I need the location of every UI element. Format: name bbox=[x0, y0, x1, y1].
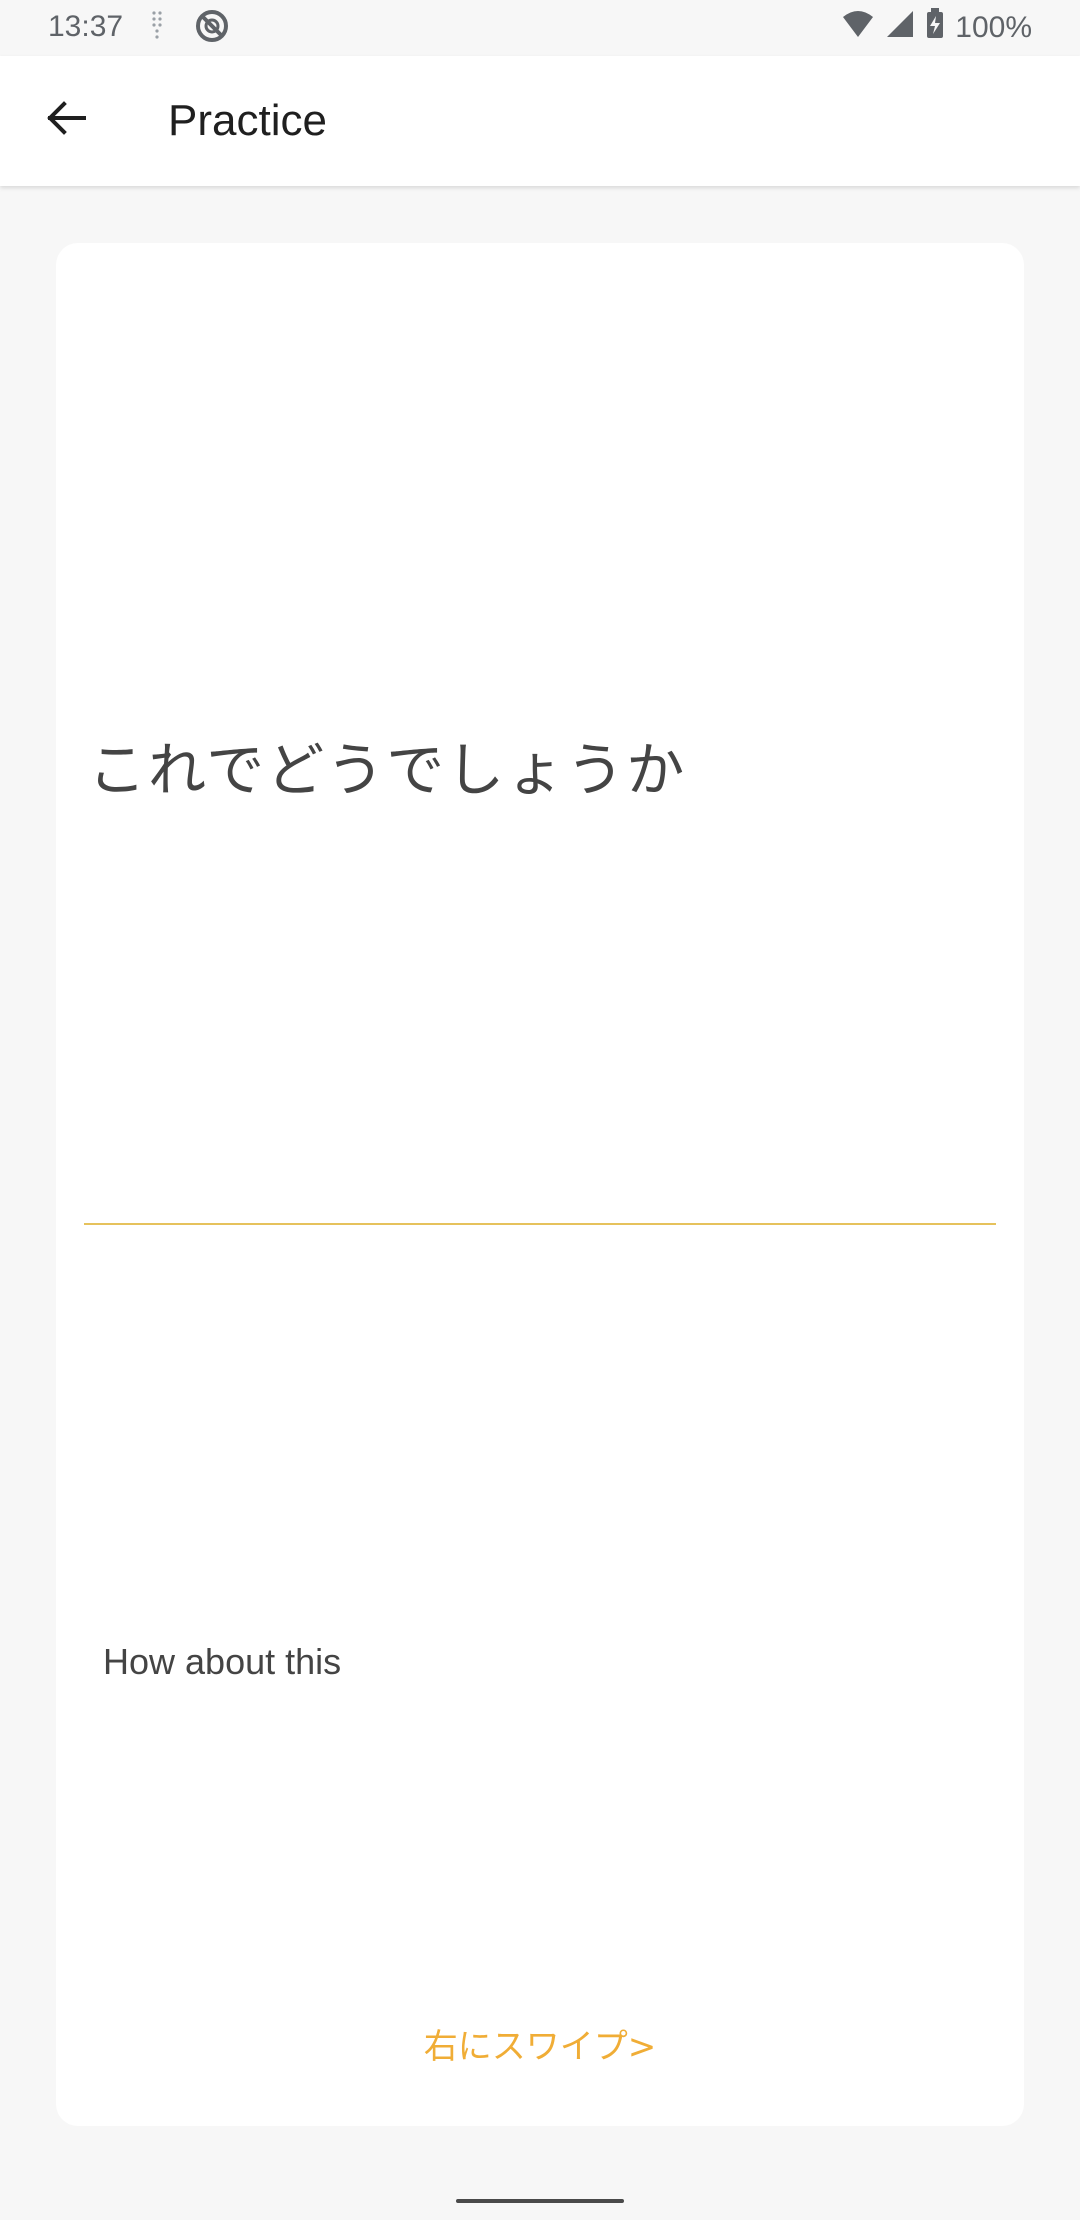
practice-card[interactable]: これでどうでしょうか How about this 右にスワイプ> bbox=[56, 243, 1024, 2126]
app-bar: Practice bbox=[0, 56, 1080, 186]
battery-percent: 100% bbox=[955, 11, 1032, 44]
status-left-icons bbox=[150, 8, 230, 52]
english-translation: How about this bbox=[103, 1641, 342, 1682]
japanese-phrase: これでどうでしょうか bbox=[88, 736, 687, 804]
status-bar: 13:37 100% bbox=[0, 0, 1080, 56]
card-divider bbox=[84, 1223, 996, 1225]
cell-signal-icon bbox=[885, 9, 915, 47]
status-right: 100% bbox=[841, 8, 1032, 48]
back-button[interactable] bbox=[34, 88, 98, 152]
no-disturb-icon bbox=[194, 8, 230, 52]
gesture-nav-handle[interactable] bbox=[456, 2199, 624, 2203]
page-title: Practice bbox=[168, 96, 327, 145]
status-time: 13:37 bbox=[48, 10, 124, 43]
wifi-icon bbox=[841, 9, 875, 47]
battery-charging-icon bbox=[925, 8, 945, 48]
signal-dots-icon bbox=[150, 9, 166, 51]
swipe-hint: 右にスワイプ> bbox=[423, 2027, 657, 2067]
arrow-back-icon bbox=[44, 96, 88, 145]
